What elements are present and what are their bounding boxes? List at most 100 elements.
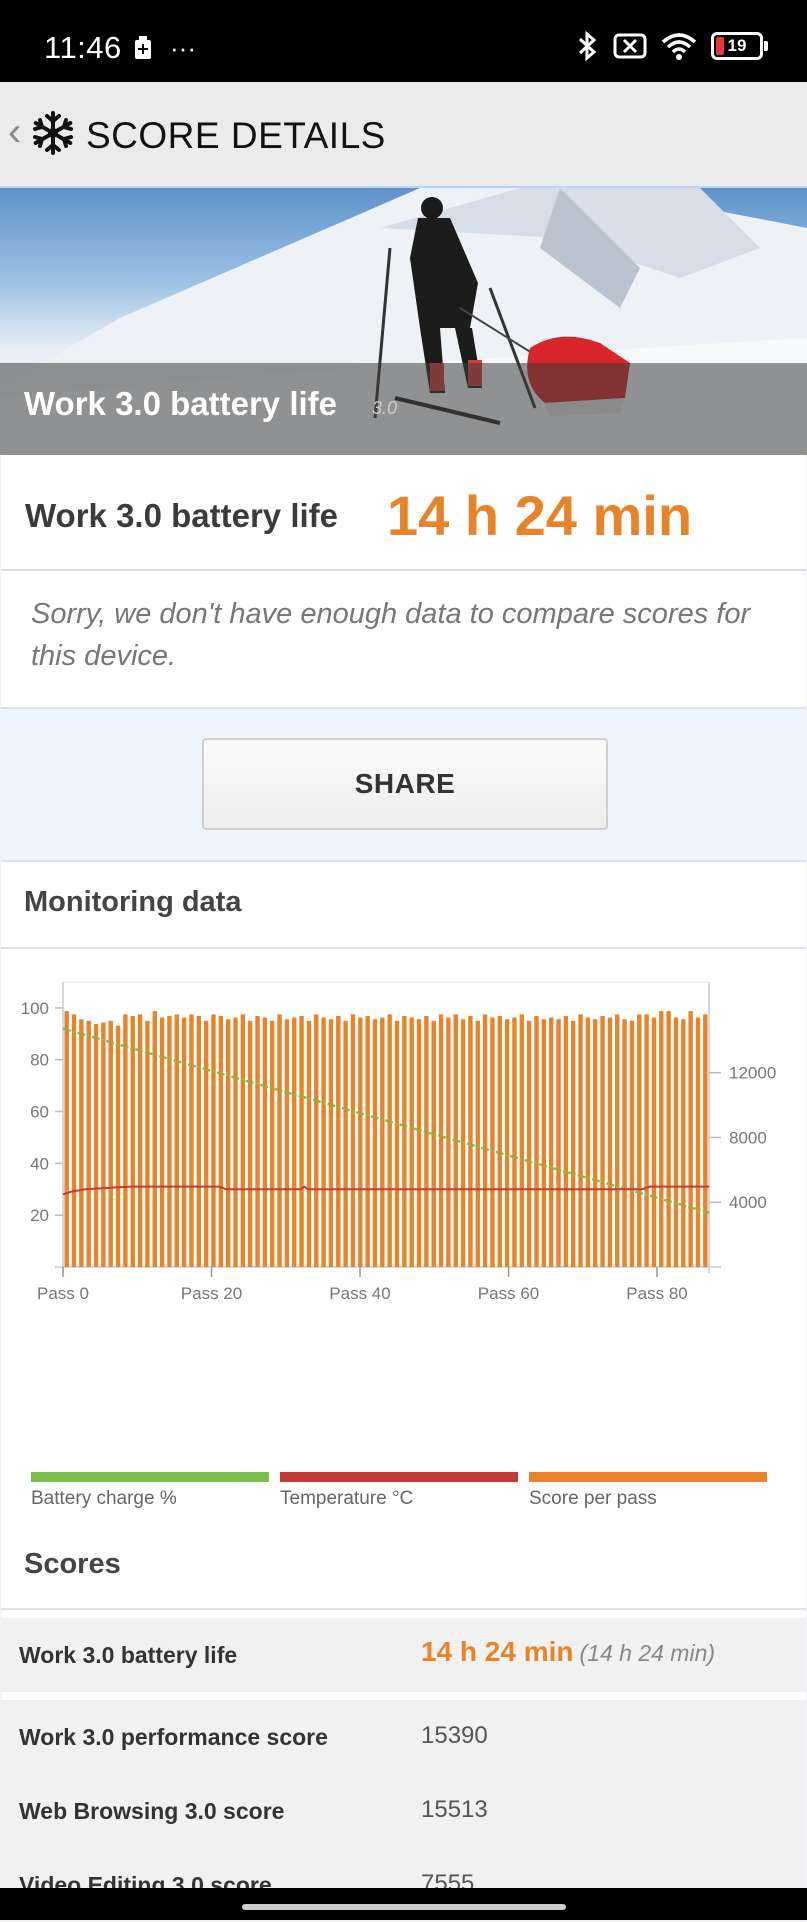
score-row-web-browsing: Web Browsing 3.0 score 15513: [1, 1774, 806, 1848]
score-value: 15513: [421, 1796, 488, 1823]
share-button[interactable]: SHARE: [202, 738, 608, 830]
divider: [1, 947, 806, 949]
score-bar: [306, 1020, 312, 1267]
status-right-icons: 19: [577, 30, 768, 62]
monitoring-chart: 20 40 60 80 100 4000 8000 12000 Pass 0 Pass 20 Pas…: [21, 981, 776, 1303]
score-bar: [593, 1019, 598, 1267]
monitoring-title: Monitoring data: [24, 886, 242, 918]
score-bar: [336, 1016, 341, 1267]
score-bar: [314, 1014, 319, 1267]
score-bar: [277, 1014, 282, 1267]
score-bar: [585, 1017, 591, 1267]
score-bar: [512, 1017, 517, 1267]
score-bar: [225, 1019, 231, 1267]
hero-banner: Work 3.0 battery life 3.0: [0, 188, 807, 455]
left-tick-label: 40: [30, 1154, 49, 1173]
legend-label-score: Score per pass: [529, 1488, 657, 1509]
wifi-icon: [661, 33, 697, 60]
score-bar: [563, 1016, 569, 1267]
score-row-battery-life: Work 3.0 battery life 14 h 24 min (14 h 2…: [1, 1618, 806, 1692]
score-bar: [703, 1014, 708, 1267]
left-tick-label: 20: [30, 1206, 49, 1225]
score-bar: [167, 1016, 172, 1267]
score-bar: [695, 1017, 701, 1267]
score-bar: [615, 1014, 620, 1267]
score-bar: [600, 1016, 605, 1267]
score-bar: [174, 1014, 179, 1267]
score-bar: [372, 1019, 378, 1267]
score-bar: [123, 1014, 128, 1267]
score-bar: [358, 1017, 363, 1267]
back-chevron-icon[interactable]: ‹: [8, 110, 21, 155]
more-icon: ···: [170, 33, 196, 63]
legend-label-battery: Battery charge %: [31, 1488, 177, 1509]
score-bar: [299, 1016, 304, 1267]
score-bar: [328, 1019, 334, 1267]
left-tick-label: 80: [30, 1051, 49, 1070]
x-tick-label: Pass 40: [329, 1284, 390, 1303]
score-bar: [145, 1020, 150, 1267]
legend-battery: Battery charge %: [31, 1472, 269, 1510]
snowflake-logo-icon[interactable]: [30, 110, 76, 156]
score-bar: [534, 1016, 539, 1267]
score-bar: [666, 1011, 671, 1267]
score-bar: [416, 1019, 422, 1267]
app-header: ‹ SCORE DETAILS: [0, 82, 807, 189]
score-bar: [181, 1017, 187, 1267]
status-bar: 11:46 ··· 19: [0, 0, 807, 82]
status-time: 11:46: [44, 30, 122, 65]
score-bar: [541, 1019, 547, 1267]
x-tick-label: Pass 20: [181, 1284, 242, 1303]
score-bar: [108, 1020, 113, 1267]
score-bar: [556, 1019, 561, 1267]
score-bar: [152, 1011, 157, 1267]
home-handle[interactable]: [242, 1904, 566, 1910]
result-summary: Work 3.0 battery life 14 h 24 min: [1, 455, 806, 571]
result-value: 14 h 24 min: [387, 484, 693, 547]
score-bar: [446, 1017, 451, 1267]
score-bar: [644, 1014, 649, 1267]
score-bar: [240, 1014, 246, 1267]
battery-saver-icon: [135, 36, 151, 59]
score-value-main: 14 h 24 min: [421, 1636, 574, 1667]
score-bar: [402, 1016, 407, 1267]
score-bar: [101, 1022, 106, 1267]
score-bar: [651, 1017, 657, 1267]
divider: [1, 1608, 806, 1610]
score-bar: [578, 1014, 583, 1267]
score-bar: [431, 1020, 436, 1267]
score-bar: [115, 1025, 121, 1267]
score-bar: [394, 1020, 400, 1267]
score-bar: [270, 1020, 275, 1267]
x-tick-label: Pass 60: [478, 1284, 539, 1303]
result-label: Work 3.0 battery life: [25, 497, 339, 534]
score-bar: [86, 1020, 91, 1267]
score-bar: [71, 1014, 77, 1267]
scores-title: Scores: [24, 1548, 121, 1580]
score-bar: [233, 1017, 238, 1267]
legend-score: Score per pass: [529, 1472, 767, 1510]
score-name: Web Browsing 3.0 score: [19, 1798, 285, 1824]
legend-swatch-score: [529, 1472, 767, 1482]
score-bar: [570, 1020, 576, 1267]
left-tick-label: 60: [30, 1103, 49, 1122]
score-bar: [497, 1016, 502, 1267]
score-bar: [292, 1017, 297, 1267]
status-left-icons: ···: [134, 33, 196, 63]
score-bar: [659, 1011, 664, 1267]
comparison-note-box: Sorry, we don't have enough data to comp…: [1, 571, 806, 709]
page-title: SCORE DETAILS: [86, 115, 386, 156]
score-bar: [409, 1017, 414, 1267]
score-bar: [504, 1019, 510, 1267]
score-bar: [218, 1016, 224, 1267]
battery-icon: 19: [711, 32, 768, 60]
score-bar: [159, 1017, 165, 1267]
score-bar: [475, 1020, 480, 1267]
legend-swatch-temperature: [280, 1472, 518, 1482]
score-bar: [262, 1017, 268, 1267]
score-bar: [64, 1011, 69, 1267]
score-bar: [424, 1016, 429, 1267]
comparison-note: Sorry, we don't have enough data to comp…: [31, 598, 751, 672]
right-tick-label: 12000: [729, 1064, 776, 1083]
score-bar: [350, 1014, 356, 1267]
